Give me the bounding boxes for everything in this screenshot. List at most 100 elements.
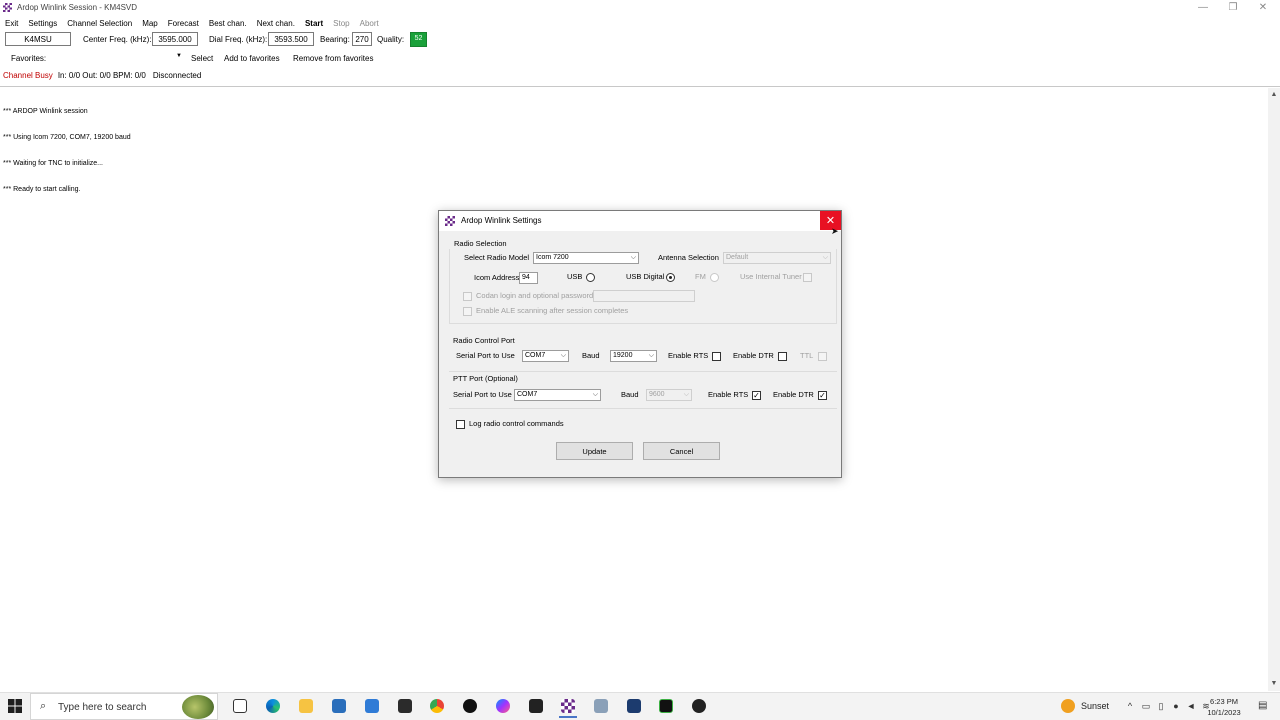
baud-select[interactable]: 19200 ⌵ — [610, 350, 657, 362]
separator — [0, 86, 1280, 87]
store-icon[interactable] — [332, 699, 346, 713]
menu-settings[interactable]: Settings — [23, 19, 62, 28]
capcut-icon[interactable] — [529, 699, 543, 713]
app-icon[interactable] — [627, 699, 641, 713]
ptt-enable-rts-checkbox[interactable]: ✓ — [752, 391, 761, 400]
menu-start[interactable]: Start — [300, 19, 328, 28]
remove-from-favorites-button[interactable]: Remove from favorites — [293, 54, 373, 63]
clock[interactable]: 6:23 PM 10/1/2023 — [1204, 696, 1244, 718]
scroll-down-icon[interactable]: ▼ — [1268, 677, 1280, 689]
menu-next-channel[interactable]: Next chan. — [252, 19, 300, 28]
ptt-port-title: PTT Port (Optional) — [453, 374, 518, 383]
callsign-field[interactable]: K4MSU — [5, 32, 71, 46]
internal-tuner-checkbox[interactable] — [803, 273, 812, 282]
notification-icon[interactable]: ▤ — [1258, 700, 1267, 711]
ale-checkbox[interactable] — [463, 307, 472, 316]
antenna-select[interactable]: Default ⌵ — [723, 252, 831, 264]
chevron-down-icon: ⌵ — [683, 391, 689, 398]
ttl-checkbox[interactable] — [818, 352, 827, 361]
weather-icon[interactable] — [1061, 699, 1075, 713]
fm-radio[interactable] — [710, 273, 719, 282]
cancel-button[interactable]: Cancel — [643, 442, 720, 460]
log-commands-label: Log radio control commands — [469, 419, 564, 428]
select-favorite-button[interactable]: Select — [191, 54, 213, 63]
menu-map[interactable]: Map — [137, 19, 163, 28]
record-icon[interactable] — [692, 699, 706, 713]
winlink-icon[interactable] — [594, 699, 608, 713]
title-bar — [0, 0, 1280, 15]
favorites-select[interactable]: ▼ — [50, 52, 185, 64]
group-divider — [449, 371, 837, 372]
codan-password-field[interactable] — [593, 290, 695, 302]
enable-dtr-checkbox[interactable] — [778, 352, 787, 361]
center-freq-label: Center Freq. (kHz): — [83, 35, 152, 44]
icom-address-field[interactable]: 94 — [519, 272, 538, 284]
file-explorer-icon[interactable] — [299, 699, 313, 713]
baud-value: 19200 — [613, 352, 633, 359]
dial-freq-field[interactable]: 3593.500 — [268, 32, 314, 46]
ardop-icon[interactable] — [559, 699, 577, 718]
status-line: Channel Busy In: 0/0 Out: 0/0 BPM: 0/0 D… — [0, 70, 201, 80]
add-to-favorites-button[interactable]: Add to favorites — [224, 54, 280, 63]
log-scrollbar[interactable]: ▲ ▼ — [1268, 88, 1280, 691]
ttl-label: TTL — [800, 351, 814, 360]
log-line: *** ARDOP Winlink session — [3, 108, 88, 116]
vara-icon[interactable] — [659, 699, 673, 713]
ptt-baud-select[interactable]: 9600 ⌵ — [646, 389, 692, 401]
baud-label: Baud — [582, 351, 600, 360]
session-log-lines: *** ARDOP Winlink session *** Using Icom… — [3, 91, 131, 203]
center-freq-field[interactable]: 3595.000 — [152, 32, 198, 46]
menu-forecast[interactable]: Forecast — [163, 19, 204, 28]
menu-stop[interactable]: Stop — [328, 19, 354, 28]
icom-address-label: Icom Address — [474, 273, 520, 282]
quality-indicator: 52 — [410, 32, 427, 47]
messenger-icon[interactable] — [496, 699, 510, 713]
radio-model-select[interactable]: Icom 7200 ⌵ — [533, 252, 639, 264]
chevron-down-icon: ⌵ — [822, 254, 828, 261]
usb-radio[interactable] — [586, 273, 595, 282]
terminal-icon[interactable] — [398, 699, 412, 713]
settings-dialog: Ardop Winlink Settings ✕ Radio Selection… — [438, 210, 842, 478]
chevron-down-icon: ⌵ — [560, 352, 566, 359]
ale-label: Enable ALE scanning after session comple… — [476, 306, 629, 315]
scroll-up-icon[interactable]: ▲ — [1268, 88, 1280, 100]
usb-digital-label: USB Digital — [626, 272, 665, 281]
speaker-icon[interactable]: ◄ — [1186, 701, 1196, 711]
serial-port-select[interactable]: COM7 ⌵ — [522, 350, 569, 362]
codan-checkbox[interactable] — [463, 292, 472, 301]
menu-channel-selection[interactable]: Channel Selection — [62, 19, 137, 28]
enable-rts-checkbox[interactable] — [712, 352, 721, 361]
menu-best-channel[interactable]: Best chan. — [204, 19, 252, 28]
tablet-icon[interactable]: ▭ — [1141, 701, 1151, 712]
update-button[interactable]: Update — [556, 442, 633, 460]
search-icon: ⌕ — [40, 700, 47, 712]
mail-icon[interactable] — [365, 699, 379, 713]
microphone-icon[interactable]: ● — [1171, 701, 1181, 711]
menu-exit[interactable]: Exit — [0, 19, 23, 28]
bearing-field[interactable]: 270 — [352, 32, 372, 46]
minimize-button[interactable]: — — [1188, 0, 1218, 15]
codan-label: Codan login and optional password: — [476, 291, 596, 300]
weather-text[interactable]: Sunset — [1081, 701, 1109, 711]
favorites-label: Favorites: — [11, 54, 47, 63]
battery-icon[interactable]: ▯ — [1156, 701, 1166, 712]
tiktok-icon[interactable] — [463, 699, 477, 713]
task-view-icon[interactable] — [233, 699, 247, 713]
usb-digital-radio[interactable] — [666, 273, 675, 282]
edge-icon[interactable] — [266, 699, 280, 713]
checkmark-icon: ✓ — [753, 391, 760, 400]
select-radio-model-label: Select Radio Model — [464, 253, 530, 262]
ptt-enable-dtr-checkbox[interactable]: ✓ — [818, 391, 827, 400]
log-line: *** Using Icom 7200, COM7, 19200 baud — [3, 133, 131, 141]
close-button[interactable]: ✕ — [1248, 0, 1278, 15]
chevron-up-icon[interactable]: ^ — [1125, 701, 1135, 711]
start-button[interactable] — [8, 699, 22, 713]
radio-selection-group-title: Radio Selection — [454, 239, 507, 248]
channel-busy-indicator: Channel Busy — [3, 70, 53, 80]
maximize-button[interactable]: ❐ — [1218, 0, 1248, 15]
chrome-icon[interactable] — [430, 699, 444, 713]
log-commands-checkbox[interactable] — [456, 420, 465, 429]
ptt-serial-port-select[interactable]: COM7 ⌵ — [514, 389, 601, 401]
menu-abort[interactable]: Abort — [355, 19, 384, 28]
search-highlight-image[interactable] — [182, 695, 214, 719]
